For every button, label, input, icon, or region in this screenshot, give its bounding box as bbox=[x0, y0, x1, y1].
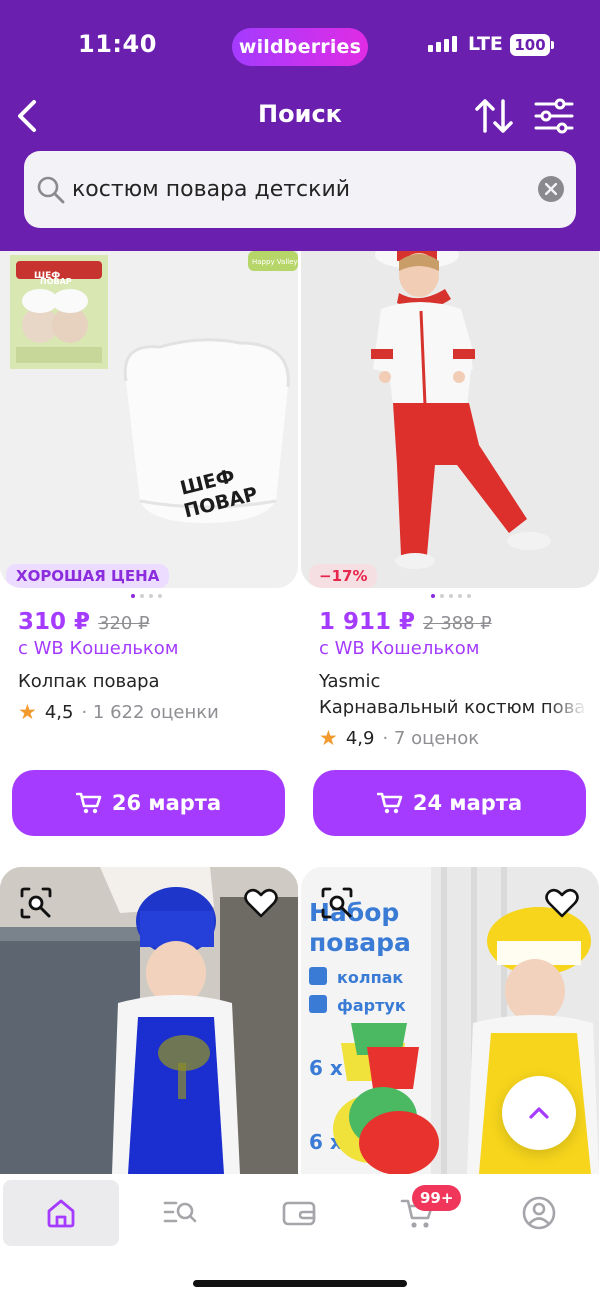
catalog-search-icon bbox=[163, 1201, 197, 1223]
image-pager bbox=[431, 594, 471, 598]
search-bar[interactable] bbox=[24, 151, 576, 228]
star-icon: ★ bbox=[18, 700, 37, 724]
close-icon bbox=[545, 183, 557, 195]
tab-home[interactable] bbox=[3, 1180, 119, 1246]
bottom-tab-bar: 99+ bbox=[0, 1174, 600, 1300]
battery-icon: 100 bbox=[510, 34, 554, 56]
price-row: 310 ₽ 320 ₽ bbox=[18, 609, 150, 635]
chevron-up-icon bbox=[529, 1107, 549, 1119]
brand-logo: wildberries bbox=[232, 28, 368, 66]
product-card[interactable]: −17% 1 911 ₽ 2 388 ₽ с WB Кошельком Yasm… bbox=[301, 251, 600, 851]
favorite-button[interactable] bbox=[243, 885, 279, 921]
tab-wallet[interactable] bbox=[241, 1180, 357, 1246]
heart-icon bbox=[244, 888, 278, 918]
scroll-top-button[interactable] bbox=[502, 1076, 576, 1150]
rating-score: 4,5 bbox=[44, 702, 74, 723]
profile-icon bbox=[522, 1196, 556, 1230]
price: 310 ₽ bbox=[18, 609, 91, 635]
cart-icon bbox=[75, 792, 102, 814]
delivery-date: 24 марта bbox=[412, 791, 523, 815]
product-name: Карнавальный костюм повара bbox=[319, 697, 587, 718]
product-card[interactable]: ШЕФ ПОВАР ШЕФ ПОВАР Happy Valley ХОРОШАЯ… bbox=[0, 251, 298, 851]
visual-search-icon bbox=[321, 887, 353, 919]
search-icon bbox=[37, 176, 65, 204]
similar-search-button[interactable] bbox=[319, 885, 355, 921]
wallet-label: с WB Кошельком bbox=[18, 638, 179, 659]
sort-button[interactable] bbox=[472, 95, 516, 137]
status-time: 11:40 bbox=[78, 30, 157, 58]
add-to-cart-button[interactable]: 24 марта bbox=[313, 770, 586, 836]
product-image[interactable]: −17% bbox=[301, 251, 599, 588]
rating-row: ★ 4,5 · 1 622 оценки bbox=[18, 700, 219, 724]
wallet-icon bbox=[282, 1201, 316, 1226]
chef-hat-image: ШЕФ ПОВАР ШЕФ ПОВАР Happy Valley bbox=[0, 251, 298, 588]
price: 1 911 ₽ bbox=[319, 609, 416, 635]
top-header: 11:40 wildberries LTE 100 Поиск bbox=[0, 0, 600, 251]
add-to-cart-button[interactable]: 26 марта bbox=[12, 770, 285, 836]
similar-search-button[interactable] bbox=[18, 885, 54, 921]
pack-title-bottom: ПОВАР bbox=[40, 277, 72, 286]
cart-icon bbox=[376, 792, 403, 814]
cart-count-badge: 99+ bbox=[412, 1185, 462, 1211]
brand-name: Yasmic bbox=[319, 671, 381, 692]
product-card[interactable] bbox=[0, 867, 298, 1174]
heart-icon bbox=[545, 888, 579, 918]
price-row: 1 911 ₽ 2 388 ₽ bbox=[319, 609, 492, 635]
review-count: · 7 оценок bbox=[382, 728, 480, 749]
delivery-date: 26 марта bbox=[111, 791, 222, 815]
old-price: 2 388 ₽ bbox=[423, 613, 492, 634]
tab-profile[interactable] bbox=[481, 1180, 597, 1246]
pack-brand: Happy Valley bbox=[252, 258, 298, 266]
filter-button[interactable] bbox=[532, 95, 576, 137]
star-icon: ★ bbox=[319, 726, 338, 750]
old-price: 320 ₽ bbox=[98, 613, 150, 634]
home-icon bbox=[47, 1199, 75, 1228]
child-chef-costume-image bbox=[301, 251, 599, 588]
sort-arrows-icon bbox=[475, 99, 513, 133]
network-label: LTE bbox=[468, 33, 503, 55]
tab-catalog[interactable] bbox=[122, 1180, 238, 1246]
set-title-bottom: повара bbox=[309, 928, 411, 957]
good-price-badge: ХОРОШАЯ ЦЕНА bbox=[6, 564, 170, 588]
discount-badge: −17% bbox=[309, 564, 378, 588]
wallet-label: с WB Кошельком bbox=[319, 638, 480, 659]
visual-search-icon bbox=[20, 887, 52, 919]
rating-row: ★ 4,9 · 7 оценок bbox=[319, 726, 480, 750]
search-input[interactable] bbox=[72, 151, 512, 228]
product-image[interactable]: ШЕФ ПОВАР ШЕФ ПОВАР Happy Valley ХОРОШАЯ… bbox=[0, 251, 298, 588]
review-count: · 1 622 оценки bbox=[81, 702, 219, 723]
favorite-button[interactable] bbox=[544, 885, 580, 921]
set-item-hat: колпак bbox=[337, 968, 403, 987]
image-pager bbox=[131, 594, 162, 598]
home-indicator bbox=[193, 1280, 407, 1287]
product-name: Колпак повара bbox=[18, 671, 160, 692]
rating-score: 4,9 bbox=[345, 728, 375, 749]
set-item-apron: фартук bbox=[337, 996, 406, 1015]
signal-icon bbox=[428, 36, 457, 52]
sliders-icon bbox=[534, 98, 574, 134]
set-count-cups: 6 x bbox=[309, 1056, 343, 1080]
clear-search-button[interactable] bbox=[538, 176, 564, 202]
